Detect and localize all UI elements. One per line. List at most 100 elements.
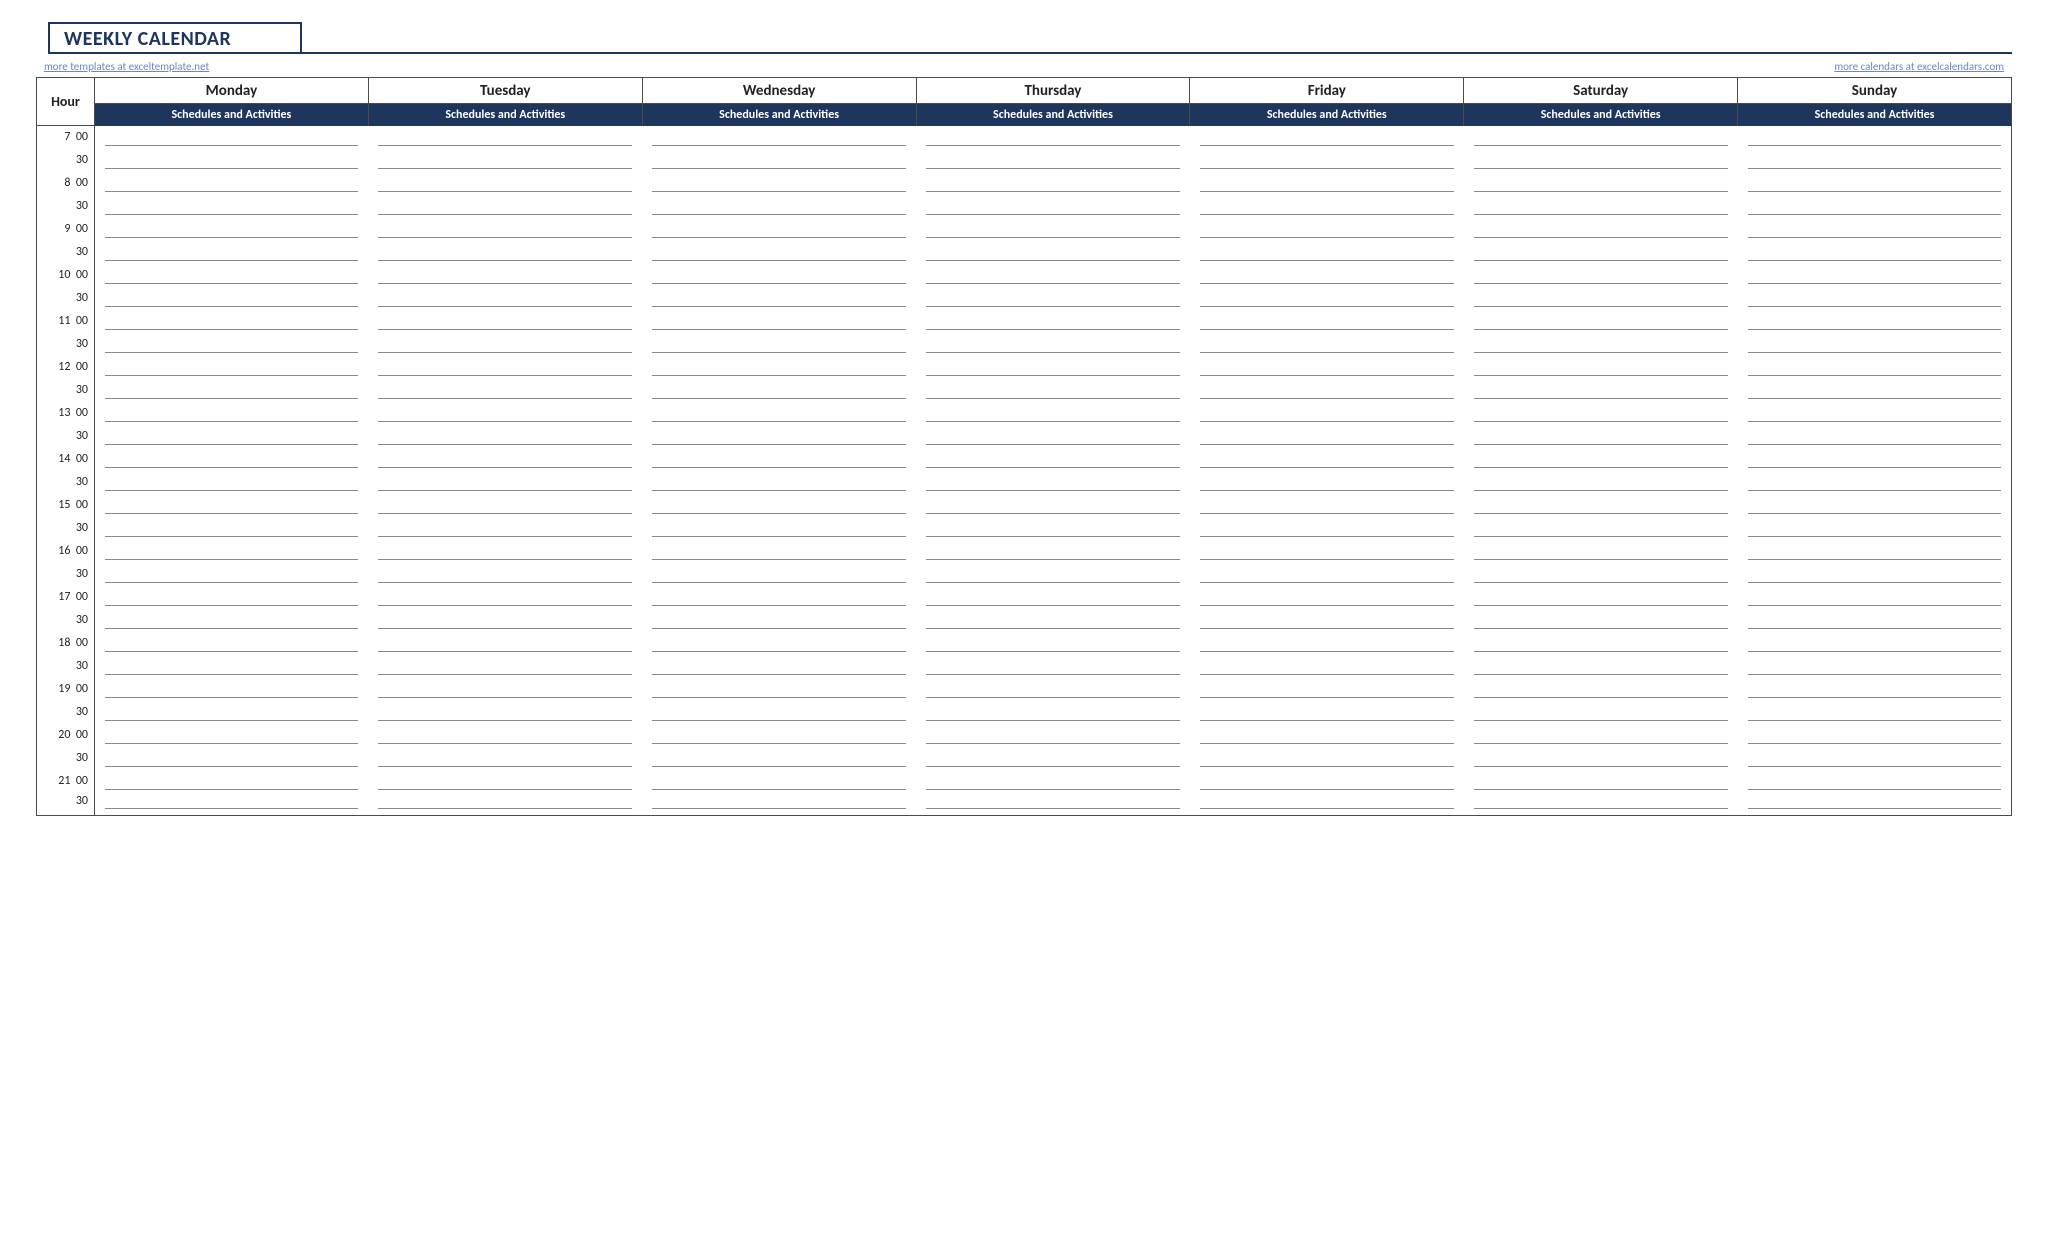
schedule-cell[interactable]: [1464, 770, 1738, 793]
schedule-cell[interactable]: [1464, 149, 1738, 172]
schedule-cell[interactable]: [95, 747, 369, 770]
schedule-cell[interactable]: [916, 678, 1190, 701]
schedule-cell[interactable]: [916, 172, 1190, 195]
schedule-cell[interactable]: [916, 379, 1190, 402]
schedule-cell[interactable]: [1738, 264, 2012, 287]
schedule-cell[interactable]: [95, 655, 369, 678]
schedule-cell[interactable]: [368, 172, 642, 195]
schedule-cell[interactable]: [1738, 655, 2012, 678]
schedule-cell[interactable]: [916, 517, 1190, 540]
schedule-cell[interactable]: [95, 678, 369, 701]
schedule-cell[interactable]: [1190, 494, 1464, 517]
schedule-cell[interactable]: [1190, 586, 1464, 609]
schedule-cell[interactable]: [1464, 126, 1738, 149]
schedule-cell[interactable]: [642, 287, 916, 310]
schedule-cell[interactable]: [1738, 678, 2012, 701]
schedule-cell[interactable]: [368, 563, 642, 586]
schedule-cell[interactable]: [1464, 632, 1738, 655]
calendars-link[interactable]: more calendars at excelcalendars.com: [1834, 60, 2004, 73]
schedule-cell[interactable]: [95, 241, 369, 264]
schedule-cell[interactable]: [916, 241, 1190, 264]
schedule-cell[interactable]: [368, 655, 642, 678]
schedule-cell[interactable]: [1464, 402, 1738, 425]
schedule-cell[interactable]: [642, 310, 916, 333]
schedule-cell[interactable]: [1190, 747, 1464, 770]
schedule-cell[interactable]: [1464, 563, 1738, 586]
schedule-cell[interactable]: [95, 494, 369, 517]
schedule-cell[interactable]: [1190, 333, 1464, 356]
schedule-cell[interactable]: [642, 586, 916, 609]
schedule-cell[interactable]: [1738, 563, 2012, 586]
schedule-cell[interactable]: [368, 310, 642, 333]
schedule-cell[interactable]: [642, 218, 916, 241]
schedule-cell[interactable]: [368, 126, 642, 149]
schedule-cell[interactable]: [368, 724, 642, 747]
schedule-cell[interactable]: [95, 287, 369, 310]
schedule-cell[interactable]: [368, 517, 642, 540]
schedule-cell[interactable]: [916, 287, 1190, 310]
schedule-cell[interactable]: [1738, 770, 2012, 793]
schedule-cell[interactable]: [368, 195, 642, 218]
schedule-cell[interactable]: [95, 471, 369, 494]
schedule-cell[interactable]: [916, 770, 1190, 793]
schedule-cell[interactable]: [916, 747, 1190, 770]
schedule-cell[interactable]: [368, 540, 642, 563]
schedule-cell[interactable]: [1738, 218, 2012, 241]
schedule-cell[interactable]: [1738, 425, 2012, 448]
schedule-cell[interactable]: [1190, 195, 1464, 218]
schedule-cell[interactable]: [1464, 264, 1738, 287]
schedule-cell[interactable]: [1738, 586, 2012, 609]
schedule-cell[interactable]: [642, 195, 916, 218]
schedule-cell[interactable]: [916, 264, 1190, 287]
schedule-cell[interactable]: [1738, 379, 2012, 402]
schedule-cell[interactable]: [1464, 379, 1738, 402]
schedule-cell[interactable]: [916, 586, 1190, 609]
schedule-cell[interactable]: [642, 425, 916, 448]
schedule-cell[interactable]: [95, 264, 369, 287]
schedule-cell[interactable]: [642, 724, 916, 747]
schedule-cell[interactable]: [642, 678, 916, 701]
schedule-cell[interactable]: [916, 793, 1190, 816]
schedule-cell[interactable]: [1190, 563, 1464, 586]
schedule-cell[interactable]: [95, 218, 369, 241]
schedule-cell[interactable]: [95, 195, 369, 218]
schedule-cell[interactable]: [1190, 701, 1464, 724]
schedule-cell[interactable]: [642, 333, 916, 356]
schedule-cell[interactable]: [95, 333, 369, 356]
schedule-cell[interactable]: [916, 333, 1190, 356]
schedule-cell[interactable]: [95, 379, 369, 402]
schedule-cell[interactable]: [1738, 448, 2012, 471]
schedule-cell[interactable]: [1190, 287, 1464, 310]
schedule-cell[interactable]: [916, 149, 1190, 172]
schedule-cell[interactable]: [95, 517, 369, 540]
schedule-cell[interactable]: [368, 149, 642, 172]
schedule-cell[interactable]: [368, 264, 642, 287]
schedule-cell[interactable]: [916, 402, 1190, 425]
schedule-cell[interactable]: [1738, 632, 2012, 655]
schedule-cell[interactable]: [1464, 448, 1738, 471]
schedule-cell[interactable]: [1738, 793, 2012, 816]
schedule-cell[interactable]: [368, 770, 642, 793]
schedule-cell[interactable]: [95, 310, 369, 333]
schedule-cell[interactable]: [1190, 379, 1464, 402]
schedule-cell[interactable]: [1464, 356, 1738, 379]
schedule-cell[interactable]: [642, 448, 916, 471]
schedule-cell[interactable]: [642, 172, 916, 195]
schedule-cell[interactable]: [1464, 333, 1738, 356]
schedule-cell[interactable]: [368, 379, 642, 402]
schedule-cell[interactable]: [1738, 747, 2012, 770]
schedule-cell[interactable]: [1738, 701, 2012, 724]
schedule-cell[interactable]: [1190, 793, 1464, 816]
schedule-cell[interactable]: [642, 747, 916, 770]
schedule-cell[interactable]: [916, 310, 1190, 333]
schedule-cell[interactable]: [1738, 149, 2012, 172]
schedule-cell[interactable]: [642, 494, 916, 517]
schedule-cell[interactable]: [1464, 425, 1738, 448]
schedule-cell[interactable]: [1190, 425, 1464, 448]
schedule-cell[interactable]: [95, 402, 369, 425]
schedule-cell[interactable]: [1738, 540, 2012, 563]
schedule-cell[interactable]: [1190, 241, 1464, 264]
schedule-cell[interactable]: [1190, 517, 1464, 540]
schedule-cell[interactable]: [1190, 126, 1464, 149]
schedule-cell[interactable]: [1190, 770, 1464, 793]
